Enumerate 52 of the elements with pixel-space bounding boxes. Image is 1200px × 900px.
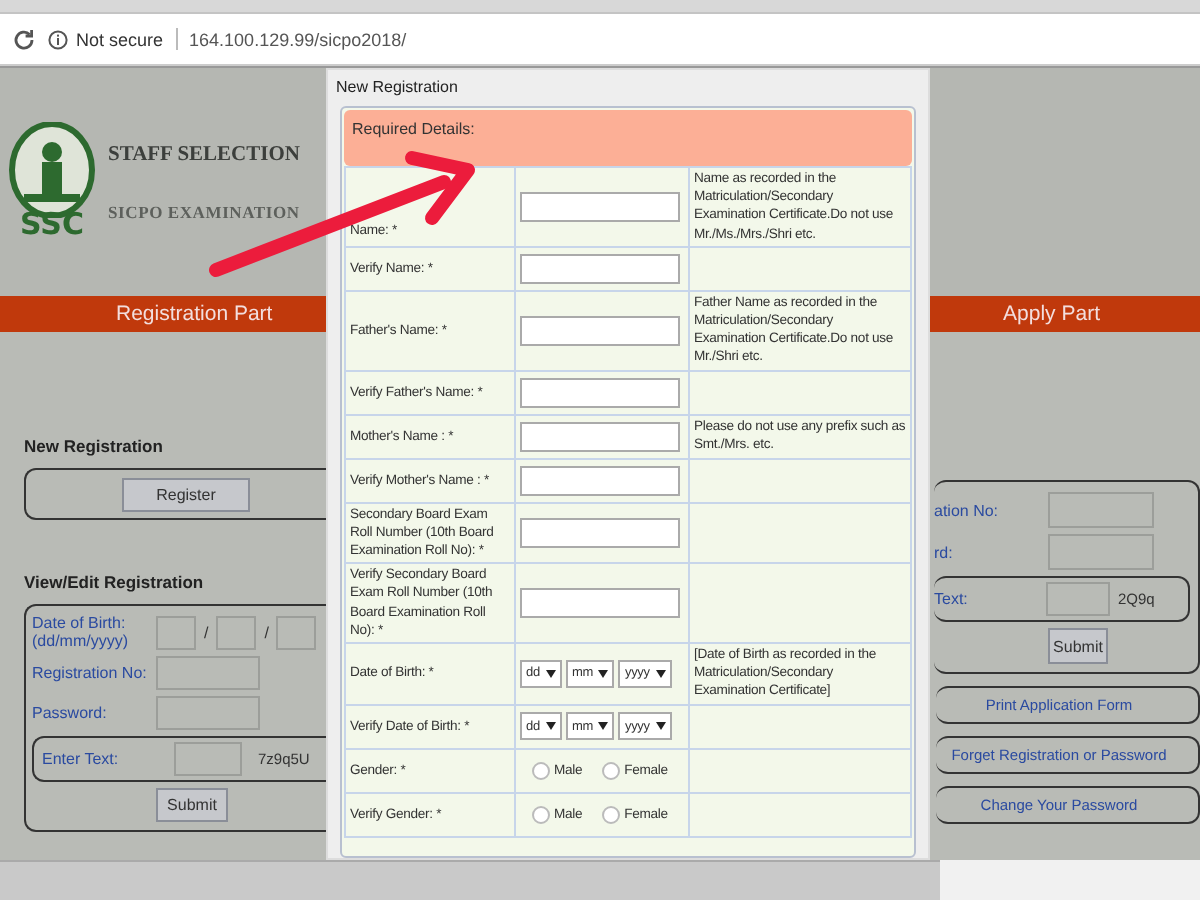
site-title: STAFF SELECTION: [108, 143, 300, 165]
caret-icon: [655, 722, 666, 731]
field-label: Registration No:: [32, 664, 148, 682]
submit-button[interactable]: Submit: [156, 788, 228, 822]
section-heading: Registration Part: [116, 302, 273, 326]
reload-icon[interactable]: [12, 27, 36, 51]
register-button[interactable]: Register: [122, 477, 250, 511]
date-separator: /: [264, 623, 269, 641]
panel-heading: New Registration: [24, 436, 163, 456]
radio-button[interactable]: [532, 761, 550, 780]
url-text: 164.100.129.99/sicpo2018/: [189, 29, 407, 49]
year-field[interactable]: [276, 615, 317, 649]
field-label: Text:: [934, 590, 970, 608]
caret-icon: [598, 722, 609, 731]
horizontal-scrollbar[interactable]: [0, 860, 940, 900]
month-field[interactable]: [216, 615, 257, 649]
caret-icon: [545, 722, 556, 731]
radio-button[interactable]: [532, 805, 550, 824]
info-icon[interactable]: [48, 29, 68, 49]
registration-field[interactable]: [156, 656, 260, 690]
section-heading: Apply Part: [1003, 302, 1100, 326]
field-label: Password:: [32, 704, 109, 722]
caret-icon: [545, 669, 556, 678]
text-field[interactable]: [520, 377, 680, 408]
caret-icon: [598, 669, 609, 678]
text-field[interactable]: [520, 588, 680, 619]
radio-button[interactable]: [602, 805, 621, 824]
text-field[interactable]: [520, 253, 680, 284]
field-label: rd:: [934, 543, 953, 561]
text-field[interactable]: [520, 465, 680, 496]
day-field[interactable]: [156, 615, 196, 649]
field-label: ation No:: [934, 501, 999, 519]
text-field[interactable]: [520, 315, 680, 346]
site-subtitle: SICPO EXAMINATION: [108, 201, 300, 221]
date-separator: /: [204, 623, 209, 641]
submit-button[interactable]: Submit: [1048, 628, 1108, 664]
dialog-title: New Registration: [334, 76, 460, 100]
captcha-field[interactable]: [174, 742, 242, 776]
panel-heading: View/Edit Registration: [24, 572, 204, 592]
text-field[interactable]: [1048, 534, 1154, 570]
field-label: Date of Birth: (dd/mm/yyyy): [32, 614, 130, 650]
caret-icon: [655, 669, 666, 678]
radio-button[interactable]: [602, 761, 621, 780]
security-status: Not secure: [76, 29, 164, 49]
text-field[interactable]: [1048, 492, 1154, 528]
text-field[interactable]: [520, 421, 680, 452]
text-field[interactable]: [520, 517, 680, 548]
captcha-field[interactable]: [1046, 582, 1110, 616]
password-field[interactable]: [156, 696, 260, 730]
field-label: Enter Text:: [42, 750, 121, 768]
text-field[interactable]: [520, 191, 680, 222]
section-title: Required Details:: [352, 120, 475, 138]
